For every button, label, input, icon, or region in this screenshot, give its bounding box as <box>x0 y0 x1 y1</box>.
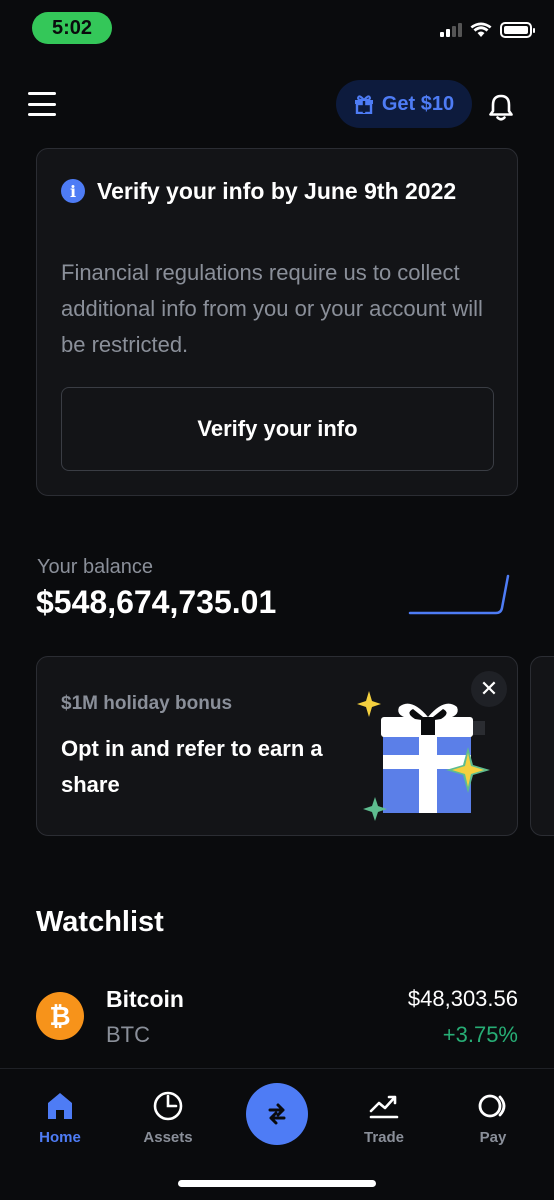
menu-icon[interactable] <box>28 92 56 116</box>
tab-label: Home <box>39 1129 81 1146</box>
asset-change: +3.75% <box>442 1022 518 1047</box>
info-icon: i <box>61 179 85 203</box>
tab-label: Assets <box>143 1129 193 1146</box>
status-time: 5:02 <box>32 12 112 44</box>
watchlist-title: Watchlist <box>36 906 164 938</box>
tab-home[interactable]: Home <box>20 1089 100 1146</box>
verify-card-body: Financial regulations require us to coll… <box>61 260 483 357</box>
asset-symbol: BTC <box>106 1022 150 1047</box>
promo-card[interactable]: $1M holiday bonus Opt in and refer to ea… <box>36 656 518 836</box>
balance-label: Your balance <box>37 556 154 578</box>
status-bar: 5:02 <box>0 0 554 60</box>
status-icons <box>440 22 535 38</box>
promo-close-button[interactable]: ✕ <box>471 671 507 707</box>
watchlist-row-bitcoin[interactable]: ₿ Bitcoin BTC $48,303.56 +3.75% <box>36 982 518 1052</box>
tab-label: Pay <box>479 1129 507 1146</box>
asset-name: Bitcoin <box>106 986 184 1012</box>
tab-assets[interactable]: Assets <box>128 1089 208 1146</box>
home-indicator <box>178 1180 376 1187</box>
tab-label: Trade <box>363 1129 405 1146</box>
promo-eyebrow: $1M holiday bonus <box>61 693 233 714</box>
next-promo-card[interactable] <box>530 656 554 836</box>
verify-info-button[interactable]: Verify your info <box>61 387 494 471</box>
get-reward-button[interactable]: Get $10 <box>336 80 472 128</box>
pie-chart-icon <box>153 1091 183 1121</box>
trend-icon <box>369 1095 399 1119</box>
verify-card-title: Verify your info by June 9th 2022 <box>97 178 457 204</box>
cellular-signal-icon <box>440 23 462 37</box>
bell-icon[interactable] <box>486 92 516 122</box>
promo-title: Opt in and refer to earn a share <box>61 736 323 797</box>
reward-label: Get $10 <box>381 92 455 115</box>
tab-trade[interactable]: Trade <box>344 1089 424 1146</box>
balance-value: $548,674,735.01 <box>36 584 277 620</box>
bitcoin-icon: ₿ <box>36 992 84 1040</box>
verify-info-card: i Verify your info by June 9th 2022 Fina… <box>36 148 518 496</box>
balance-sparkline[interactable] <box>404 570 516 618</box>
wifi-icon <box>470 22 492 37</box>
tab-pay[interactable]: Pay <box>453 1089 533 1146</box>
gift-icon <box>354 95 373 114</box>
home-icon <box>48 1093 72 1119</box>
asset-price: $48,303.56 <box>407 986 518 1011</box>
swap-icon <box>268 1103 286 1125</box>
trade-action-button[interactable] <box>246 1083 308 1145</box>
battery-icon <box>500 22 535 38</box>
pay-icon <box>478 1094 506 1118</box>
